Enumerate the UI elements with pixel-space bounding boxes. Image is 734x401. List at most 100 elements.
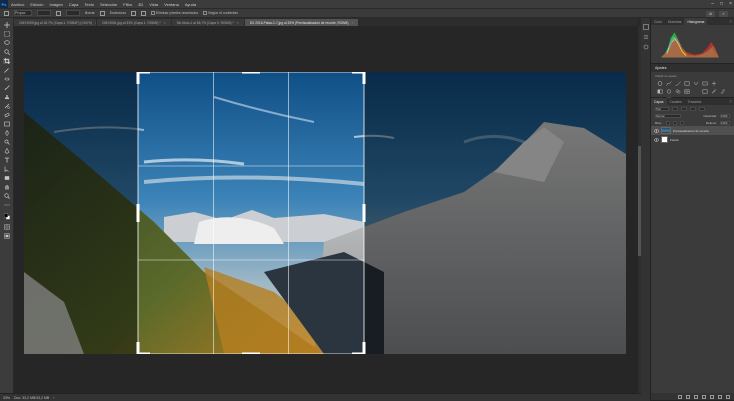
tab-close-icon[interactable]: ×: [164, 21, 166, 25]
pen-tool-icon[interactable]: [3, 148, 10, 154]
quick-mask-icon[interactable]: [3, 224, 10, 230]
new-adjustment-icon[interactable]: [702, 394, 706, 399]
more-tools-icon[interactable]: [3, 202, 10, 208]
tab-close-icon[interactable]: ×: [95, 21, 96, 25]
height-field[interactable]: [66, 10, 80, 16]
hand-tool-icon[interactable]: [3, 184, 10, 190]
commit-crop-button[interactable]: ✓: [719, 11, 728, 17]
eyedropper-tool-icon[interactable]: [3, 67, 10, 73]
blend-mode-select[interactable]: Normal: [655, 113, 681, 118]
straighten-icon[interactable]: [99, 10, 105, 16]
gradient-tool-icon[interactable]: [3, 121, 10, 127]
filter-shape-icon[interactable]: [699, 106, 705, 111]
history-icon[interactable]: [643, 24, 649, 30]
dodge-tool-icon[interactable]: [3, 139, 10, 145]
color-lookup-icon[interactable]: [684, 89, 690, 94]
tab-canales[interactable]: Canales: [667, 98, 685, 105]
clone-stamp-tool-icon[interactable]: [3, 94, 10, 100]
lasso-tool-icon[interactable]: [3, 40, 10, 46]
lock-pixels-icon[interactable]: [665, 120, 670, 125]
clear-button[interactable]: Borrar: [85, 11, 95, 15]
quick-select-tool-icon[interactable]: [3, 49, 10, 55]
filter-type-icon[interactable]: [690, 106, 696, 111]
levels-icon[interactable]: [666, 81, 672, 86]
menu-texto[interactable]: Texto: [81, 2, 97, 7]
tab-capas[interactable]: Capas: [651, 98, 667, 105]
document-canvas[interactable]: [14, 26, 638, 393]
channel-mixer-icon[interactable]: [675, 89, 681, 94]
tab-color[interactable]: Color: [651, 18, 665, 25]
delete-layer-icon[interactable]: [726, 394, 730, 399]
menu-seleccion[interactable]: Selección: [97, 2, 120, 7]
menu-ayuda[interactable]: Ayuda: [182, 2, 199, 7]
fill-field[interactable]: 100%: [720, 120, 730, 125]
blur-tool-icon[interactable]: [3, 130, 10, 136]
photo-filter-icon[interactable]: [666, 89, 672, 94]
ratio-select[interactable]: Propor.: [14, 10, 32, 16]
eraser-tool-icon[interactable]: [3, 112, 10, 118]
history-brush-tool-icon[interactable]: [3, 103, 10, 109]
rectangle-tool-icon[interactable]: [3, 175, 10, 181]
zoom-level[interactable]: 33%: [3, 396, 10, 400]
path-select-tool-icon[interactable]: [3, 166, 10, 172]
color-swatches-icon[interactable]: [3, 212, 10, 221]
marquee-tool-icon[interactable]: [3, 31, 10, 37]
posterize-icon[interactable]: [711, 89, 717, 94]
menu-3d[interactable]: 3D: [135, 2, 146, 7]
new-group-icon[interactable]: [710, 394, 714, 399]
menu-filtro[interactable]: Filtro: [120, 2, 135, 7]
filter-pixel-icon[interactable]: [672, 106, 678, 111]
panel-menu-icon[interactable]: ≡: [728, 18, 734, 25]
menu-capa[interactable]: Capa: [66, 2, 82, 7]
curves-icon[interactable]: [675, 81, 681, 86]
exposure-icon[interactable]: [684, 81, 690, 86]
layer-kind-filter[interactable]: Tipo: [655, 106, 669, 111]
delete-pixels-checkbox[interactable]: Eliminar píxeles recortados: [150, 11, 198, 16]
content-aware-checkbox[interactable]: Según el contenido: [203, 11, 238, 16]
lock-all-icon[interactable]: [679, 120, 684, 125]
invert-icon[interactable]: [702, 89, 708, 94]
brightness-contrast-icon[interactable]: [657, 81, 663, 86]
brush-settings-icon[interactable]: [643, 44, 649, 50]
maximize-button[interactable]: □: [720, 1, 723, 7]
document-tab-active[interactable]: DX 2016-Paisa-1-7.jpg al 33% (Previsuali…: [244, 19, 359, 26]
menu-vista[interactable]: Vista: [146, 2, 161, 7]
grid-overlay-icon[interactable]: [130, 10, 136, 16]
layer-style-icon[interactable]: [686, 394, 690, 399]
lock-position-icon[interactable]: [672, 120, 677, 125]
color-balance-icon[interactable]: [711, 81, 717, 86]
healing-brush-tool-icon[interactable]: [3, 76, 10, 82]
panel-menu-icon[interactable]: ≡: [728, 98, 734, 105]
close-window-button[interactable]: ×: [729, 1, 732, 7]
black-white-icon[interactable]: [657, 89, 663, 94]
new-layer-icon[interactable]: [718, 394, 722, 399]
minimize-button[interactable]: –: [711, 1, 714, 7]
gear-icon[interactable]: [140, 10, 146, 16]
tab-trazados[interactable]: Trazados: [685, 98, 705, 105]
straighten-label[interactable]: Enderezar: [110, 11, 126, 15]
move-tool-icon[interactable]: [3, 22, 10, 28]
threshold-icon[interactable]: [720, 89, 726, 94]
tab-close-icon[interactable]: ×: [237, 21, 239, 25]
properties-icon[interactable]: [643, 34, 649, 40]
tab-histograma[interactable]: Histograma: [684, 18, 708, 25]
menu-edicion[interactable]: Edición: [27, 2, 46, 7]
menu-imagen[interactable]: Imagen: [46, 2, 65, 7]
add-mask-icon[interactable]: [694, 394, 698, 399]
menu-archivo[interactable]: Archivo: [8, 2, 27, 7]
link-layers-icon[interactable]: [678, 394, 682, 399]
document-tab[interactable]: 20674061.jpg al 33% (Capa 1, RGB/8) * ×: [97, 19, 171, 26]
layer-row[interactable]: Previsualización de recorte: [651, 126, 734, 135]
zoom-tool-icon[interactable]: [3, 193, 10, 199]
brush-tool-icon[interactable]: [3, 85, 10, 91]
document-tab[interactable]: 20674059.jpg al 18,7% (Capa 1, RGB/8*) (…: [14, 19, 96, 26]
visibility-eye-icon[interactable]: [654, 137, 659, 142]
width-field[interactable]: [37, 10, 51, 16]
screen-mode-icon[interactable]: [3, 233, 10, 239]
crop-tool-preset-icon[interactable]: [4, 10, 9, 16]
hue-saturation-icon[interactable]: [702, 81, 708, 86]
layer-name[interactable]: Previsualización de recorte: [673, 129, 709, 133]
crop-tool-icon[interactable]: [3, 58, 10, 64]
menu-ventana[interactable]: Ventana: [161, 2, 182, 7]
document-tab[interactable]: Sin título-1 al 66,7% (Capa 0, RGB/8) * ×: [171, 19, 244, 26]
